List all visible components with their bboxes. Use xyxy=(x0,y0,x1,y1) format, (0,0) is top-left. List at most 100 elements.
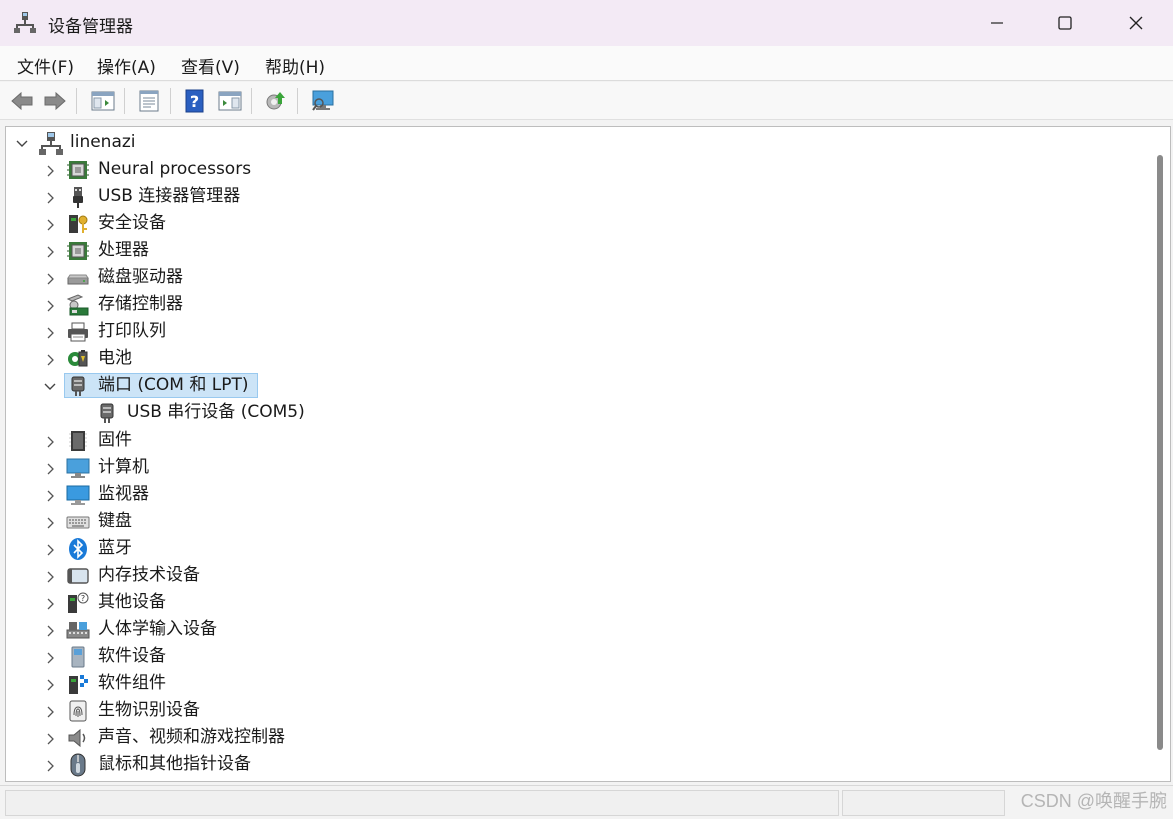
chevron-right-icon[interactable] xyxy=(43,569,57,583)
tree-category-label[interactable]: 软件设备 xyxy=(98,643,166,670)
port-icon xyxy=(66,374,90,398)
tree-category-label[interactable]: 处理器 xyxy=(98,237,149,264)
back-button[interactable] xyxy=(8,87,36,115)
help-button[interactable]: ? xyxy=(181,87,209,115)
scan-hardware-button[interactable] xyxy=(309,87,337,115)
action-pane-button[interactable] xyxy=(216,87,244,115)
tree-root-label[interactable]: linenazi xyxy=(70,129,136,156)
tree-category-label[interactable]: 监视器 xyxy=(98,481,149,508)
window-title: 设备管理器 xyxy=(48,17,133,37)
tree-category-label[interactable]: 软件组件 xyxy=(98,670,166,697)
close-button[interactable] xyxy=(1101,0,1171,46)
toolbar: ? xyxy=(0,82,1173,120)
tree-category-label[interactable]: 计算机 xyxy=(98,454,149,481)
storage-controller-icon xyxy=(66,293,90,317)
menu-file[interactable]: 文件(F) xyxy=(17,53,74,78)
menu-bar: 文件(F) 操作(A) 查看(V) 帮助(H) xyxy=(0,46,1173,81)
back-arrow-icon xyxy=(11,91,33,111)
chevron-right-icon[interactable] xyxy=(43,352,57,366)
tree-device-label[interactable]: USB 串行设备 (COM5) xyxy=(127,399,305,426)
chevron-right-icon[interactable] xyxy=(43,163,57,177)
tree-category-label[interactable]: 蓝牙 xyxy=(98,535,132,562)
chevron-right-icon[interactable] xyxy=(43,650,57,664)
tree-category-label[interactable]: Neural processors xyxy=(98,156,251,183)
chevron-right-icon[interactable] xyxy=(43,758,57,772)
tree-category-label[interactable]: 内存技术设备 xyxy=(98,562,200,589)
bluetooth-icon xyxy=(66,537,90,561)
monitor-icon xyxy=(66,483,90,507)
chevron-right-icon[interactable] xyxy=(43,461,57,475)
title-bar: 设备管理器 xyxy=(0,0,1173,46)
svg-text:?: ? xyxy=(81,594,85,603)
unknown-device-icon: ? xyxy=(66,591,90,615)
tree-category-label[interactable]: 磁盘驱动器 xyxy=(98,264,183,291)
chevron-right-icon[interactable] xyxy=(43,298,57,312)
tree-category-label[interactable]: 电池 xyxy=(98,345,132,372)
tree-category-label[interactable]: USB 连接器管理器 xyxy=(98,183,240,210)
tree-category-label[interactable]: 生物识别设备 xyxy=(98,697,200,724)
security-key-icon xyxy=(66,212,90,236)
chevron-right-icon[interactable] xyxy=(43,542,57,556)
port-icon xyxy=(95,401,119,425)
toolbar-separator xyxy=(297,88,298,114)
chevron-right-icon[interactable] xyxy=(43,271,57,285)
software-device-icon xyxy=(66,645,90,669)
chevron-right-icon[interactable] xyxy=(43,677,57,691)
update-driver-button[interactable] xyxy=(262,87,290,115)
forward-button[interactable] xyxy=(41,87,69,115)
tree-category-label[interactable]: 人体学输入设备 xyxy=(98,616,217,643)
tree-category-label[interactable]: 存储控制器 xyxy=(98,291,183,318)
properties-icon xyxy=(139,90,159,112)
status-bar: CSDN @唤醒手腕 xyxy=(0,785,1173,819)
chevron-right-icon[interactable] xyxy=(43,731,57,745)
processor-chip-icon xyxy=(66,158,90,182)
close-icon xyxy=(1129,16,1143,30)
chevron-right-icon[interactable] xyxy=(43,217,57,231)
maximize-button[interactable] xyxy=(1030,0,1100,46)
chevron-right-icon[interactable] xyxy=(43,434,57,448)
menu-view[interactable]: 查看(V) xyxy=(181,53,240,78)
tree-category-label[interactable]: 安全设备 xyxy=(98,210,166,237)
hid-icon xyxy=(66,618,90,642)
chevron-right-icon[interactable] xyxy=(43,704,57,718)
chevron-down-icon[interactable] xyxy=(43,379,57,393)
menu-help[interactable]: 帮助(H) xyxy=(265,53,325,78)
toolbar-separator xyxy=(170,88,171,114)
chevron-down-icon[interactable] xyxy=(15,136,29,150)
disk-drive-icon xyxy=(66,266,90,290)
show-hide-console-tree-icon xyxy=(91,91,115,111)
battery-icon xyxy=(66,347,90,371)
chevron-right-icon[interactable] xyxy=(43,623,57,637)
tree-category-label[interactable]: 其他设备 xyxy=(98,589,166,616)
tree-category-label[interactable]: 端口 (COM 和 LPT) xyxy=(98,372,249,399)
watermark: CSDN @唤醒手腕 xyxy=(1020,791,1167,811)
toolbar-separator xyxy=(124,88,125,114)
vertical-scrollbar[interactable] xyxy=(1153,131,1167,776)
chevron-right-icon[interactable] xyxy=(43,596,57,610)
firmware-icon xyxy=(66,429,90,453)
tree-category-label[interactable]: 固件 xyxy=(98,427,132,454)
properties-button[interactable] xyxy=(135,87,163,115)
tree-category-label[interactable]: 声音、视频和游戏控制器 xyxy=(98,724,285,751)
device-tree: linenazi Neural processors USB 连接器管理器 安全设备… xyxy=(5,126,1171,782)
chevron-right-icon[interactable] xyxy=(43,244,57,258)
tree-category-label[interactable]: 键盘 xyxy=(98,508,132,535)
chevron-right-icon[interactable] xyxy=(43,515,57,529)
chevron-right-icon[interactable] xyxy=(43,488,57,502)
scrollbar-thumb[interactable] xyxy=(1157,155,1163,750)
update-driver-icon xyxy=(266,92,285,110)
device-manager-icon xyxy=(14,11,36,33)
forward-arrow-icon xyxy=(44,91,66,111)
usb-connector-icon xyxy=(66,185,90,209)
maximize-icon xyxy=(1058,16,1072,30)
help-icon: ? xyxy=(185,89,204,113)
scan-hardware-changes-icon xyxy=(312,90,334,111)
action-pane-icon xyxy=(218,91,242,111)
chevron-right-icon[interactable] xyxy=(43,190,57,204)
chevron-right-icon[interactable] xyxy=(43,325,57,339)
tree-category-label[interactable]: 鼠标和其他指针设备 xyxy=(98,751,251,778)
tree-category-label[interactable]: 打印队列 xyxy=(98,318,166,345)
minimize-button[interactable] xyxy=(962,0,1032,46)
console-tree-button[interactable] xyxy=(89,87,117,115)
menu-action[interactable]: 操作(A) xyxy=(97,53,156,78)
